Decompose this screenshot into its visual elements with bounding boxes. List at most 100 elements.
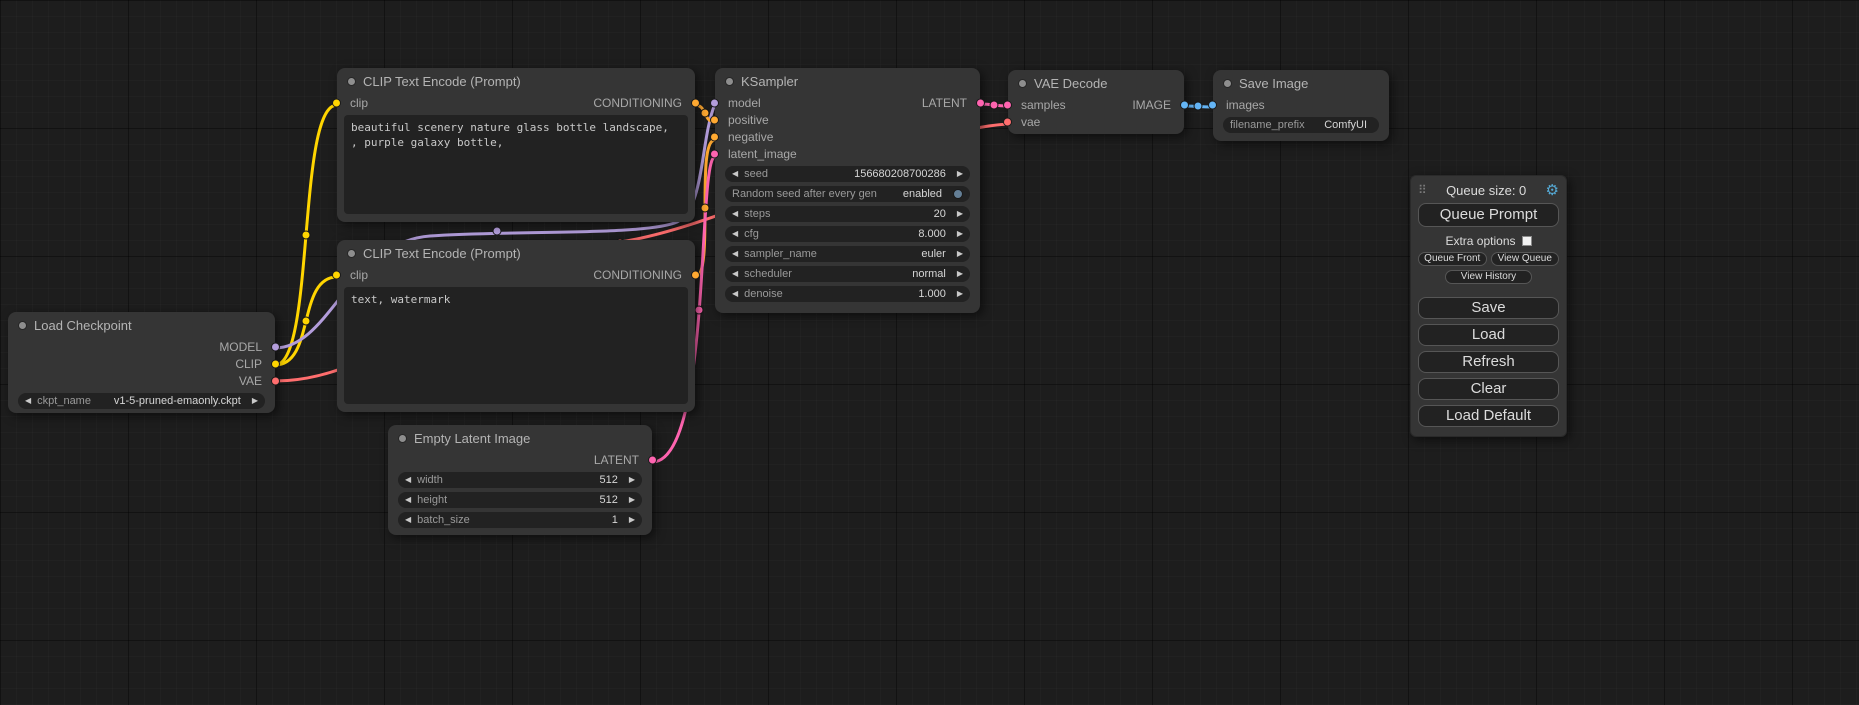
- decrement-arrow-icon[interactable]: ◀: [405, 476, 411, 484]
- filename-prefix-widget[interactable]: filename_prefix ComfyUI: [1223, 117, 1379, 133]
- view-history-button[interactable]: View History: [1445, 270, 1532, 284]
- increment-arrow-icon[interactable]: ▶: [957, 210, 963, 218]
- input-dot-clip[interactable]: [332, 270, 341, 279]
- input-dot-model[interactable]: [710, 98, 719, 107]
- node-header[interactable]: Empty Latent Image: [388, 425, 652, 451]
- decrement-arrow-icon[interactable]: ◀: [732, 170, 738, 178]
- increment-arrow-icon[interactable]: ▶: [957, 290, 963, 298]
- link-midpoint-dot[interactable]: [302, 231, 310, 239]
- increment-arrow-icon[interactable]: ▶: [957, 270, 963, 278]
- node-header[interactable]: CLIP Text Encode (Prompt): [337, 68, 695, 94]
- node-header[interactable]: Load Checkpoint: [8, 312, 275, 338]
- load-button[interactable]: Load: [1418, 324, 1559, 346]
- load-default-button[interactable]: Load Default: [1418, 405, 1559, 427]
- input-dot-latent-image[interactable]: [710, 149, 719, 158]
- collapse-dot[interactable]: [725, 77, 734, 86]
- output-dot-conditioning[interactable]: [691, 270, 700, 279]
- sampler-name-widget[interactable]: ◀ sampler_name euler ▶: [725, 246, 970, 262]
- decrement-arrow-icon[interactable]: ◀: [732, 230, 738, 238]
- decrement-arrow-icon[interactable]: ◀: [732, 210, 738, 218]
- refresh-button[interactable]: Refresh: [1418, 351, 1559, 373]
- seed-widget[interactable]: ◀ seed 156680208700286 ▶: [725, 166, 970, 182]
- link-midpoint-dot[interactable]: [701, 204, 709, 212]
- slot-row: LATENT: [388, 451, 652, 468]
- output-dot-clip[interactable]: [271, 359, 280, 368]
- decrement-arrow-icon[interactable]: ◀: [25, 397, 31, 405]
- input-dot-negative[interactable]: [710, 132, 719, 141]
- output-dot-conditioning[interactable]: [691, 98, 700, 107]
- drag-handle-icon[interactable]: ⠿: [1418, 183, 1427, 197]
- node-ksampler[interactable]: KSampler model LATENT positive negative …: [715, 68, 980, 313]
- ckpt-name-widget[interactable]: ◀ ckpt_name v1-5-pruned-emaonly.ckpt ▶: [18, 393, 265, 409]
- input-dot-images[interactable]: [1208, 100, 1217, 109]
- output-dot-latent[interactable]: [976, 98, 985, 107]
- link-midpoint-dot[interactable]: [302, 317, 310, 325]
- denoise-widget[interactable]: ◀ denoise 1.000 ▶: [725, 286, 970, 302]
- random-seed-widget[interactable]: Random seed after every gen enabled: [725, 186, 970, 202]
- node-empty-latent-image[interactable]: Empty Latent Image LATENT ◀ width 512 ▶ …: [388, 425, 652, 535]
- output-dot-latent[interactable]: [648, 455, 657, 464]
- queue-menu-panel[interactable]: ⠿ Queue size: 0 ⚙ Queue Prompt Extra opt…: [1410, 175, 1567, 437]
- increment-arrow-icon[interactable]: ▶: [629, 496, 635, 504]
- node-clip-text-encode-positive[interactable]: CLIP Text Encode (Prompt) clip CONDITION…: [337, 68, 695, 222]
- input-dot-vae[interactable]: [1003, 117, 1012, 126]
- extra-options-checkbox[interactable]: [1522, 236, 1532, 246]
- node-vae-decode[interactable]: VAE Decode samples IMAGE vae: [1008, 70, 1184, 134]
- queue-panel-header: ⠿ Queue size: 0 ⚙: [1418, 181, 1559, 199]
- width-widget[interactable]: ◀ width 512 ▶: [398, 472, 642, 488]
- toggle-dot[interactable]: [953, 189, 963, 199]
- increment-arrow-icon[interactable]: ▶: [629, 516, 635, 524]
- link-midpoint-dot[interactable]: [701, 109, 709, 117]
- link-midpoint-dot[interactable]: [990, 101, 998, 109]
- clear-button[interactable]: Clear: [1418, 378, 1559, 400]
- decrement-arrow-icon[interactable]: ◀: [405, 516, 411, 524]
- batch-size-widget[interactable]: ◀ batch_size 1 ▶: [398, 512, 642, 528]
- node-load-checkpoint[interactable]: Load Checkpoint MODEL CLIP VAE ◀ ckpt_na…: [8, 312, 275, 413]
- output-dot-image[interactable]: [1180, 100, 1189, 109]
- decrement-arrow-icon[interactable]: ◀: [405, 496, 411, 504]
- height-widget[interactable]: ◀ height 512 ▶: [398, 492, 642, 508]
- output-dot-model[interactable]: [271, 342, 280, 351]
- input-dot-samples[interactable]: [1003, 100, 1012, 109]
- node-header[interactable]: VAE Decode: [1008, 70, 1184, 96]
- decrement-arrow-icon[interactable]: ◀: [732, 250, 738, 258]
- save-button[interactable]: Save: [1418, 297, 1559, 319]
- link-midpoint-dot[interactable]: [1194, 102, 1202, 110]
- node-header[interactable]: CLIP Text Encode (Prompt): [337, 240, 695, 266]
- scheduler-widget[interactable]: ◀ scheduler normal ▶: [725, 266, 970, 282]
- collapse-dot[interactable]: [347, 77, 356, 86]
- node-save-image[interactable]: Save Image images filename_prefix ComfyU…: [1213, 70, 1389, 141]
- collapse-dot[interactable]: [1223, 79, 1232, 88]
- input-dot-clip[interactable]: [332, 98, 341, 107]
- cfg-widget[interactable]: ◀ cfg 8.000 ▶: [725, 226, 970, 242]
- increment-arrow-icon[interactable]: ▶: [629, 476, 635, 484]
- steps-widget[interactable]: ◀ steps 20 ▶: [725, 206, 970, 222]
- link-midpoint-dot[interactable]: [695, 306, 703, 314]
- output-dot-vae[interactable]: [271, 376, 280, 385]
- link-midpoint-dot[interactable]: [493, 227, 501, 235]
- increment-arrow-icon[interactable]: ▶: [957, 250, 963, 258]
- node-clip-text-encode-negative[interactable]: CLIP Text Encode (Prompt) clip CONDITION…: [337, 240, 695, 412]
- decrement-arrow-icon[interactable]: ◀: [732, 270, 738, 278]
- widget-value: 1: [612, 514, 623, 526]
- increment-arrow-icon[interactable]: ▶: [957, 170, 963, 178]
- positive-prompt-textarea[interactable]: beautiful scenery nature glass bottle la…: [344, 115, 688, 214]
- queue-front-button[interactable]: Queue Front: [1418, 252, 1487, 266]
- output-label-vae: VAE: [239, 374, 275, 388]
- node-header[interactable]: KSampler: [715, 68, 980, 94]
- view-queue-button[interactable]: View Queue: [1491, 252, 1560, 266]
- increment-arrow-icon[interactable]: ▶: [252, 397, 258, 405]
- queue-prompt-button[interactable]: Queue Prompt: [1418, 203, 1559, 227]
- collapse-dot[interactable]: [398, 434, 407, 443]
- node-header[interactable]: Save Image: [1213, 70, 1389, 96]
- node-graph-canvas[interactable]: Load Checkpoint MODEL CLIP VAE ◀ ckpt_na…: [0, 0, 1859, 705]
- increment-arrow-icon[interactable]: ▶: [957, 230, 963, 238]
- settings-gear-icon[interactable]: ⚙: [1546, 183, 1559, 198]
- negative-prompt-textarea[interactable]: text, watermark: [344, 287, 688, 404]
- decrement-arrow-icon[interactable]: ◀: [732, 290, 738, 298]
- collapse-dot[interactable]: [1018, 79, 1027, 88]
- collapse-dot[interactable]: [18, 321, 27, 330]
- collapse-dot[interactable]: [347, 249, 356, 258]
- input-label-vae: vae: [1008, 115, 1040, 129]
- input-dot-positive[interactable]: [710, 115, 719, 124]
